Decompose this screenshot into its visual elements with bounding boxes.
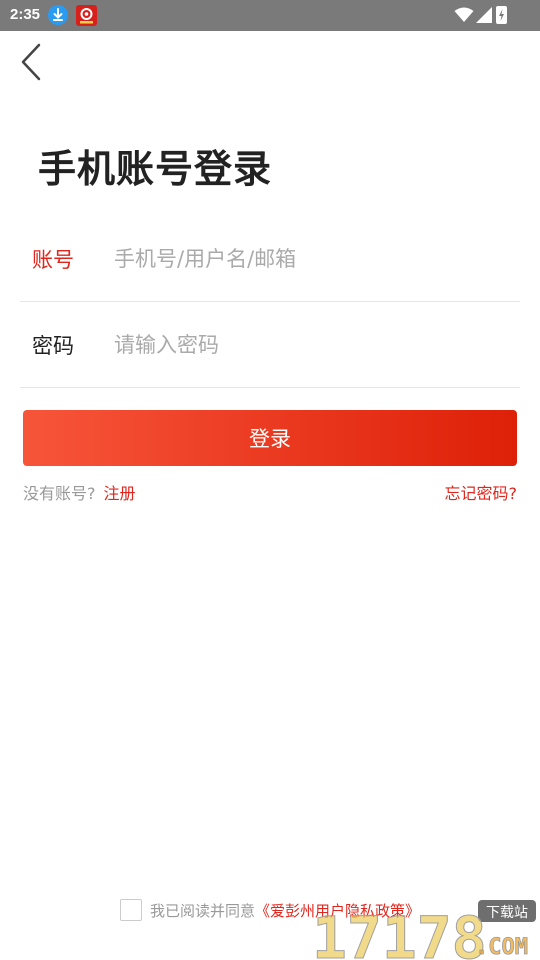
battery-icon xyxy=(496,6,507,24)
wifi-icon xyxy=(454,7,474,22)
privacy-policy-link[interactable]: 《爱彭州用户隐私政策》 xyxy=(255,900,420,921)
account-row: 账号 xyxy=(20,216,520,302)
login-button[interactable]: 登录 xyxy=(23,410,517,466)
svg-text:下载站: 下载站 xyxy=(486,905,528,921)
status-time: 2:35 xyxy=(10,6,41,23)
password-row: 密码 xyxy=(20,302,520,388)
account-label: 账号 xyxy=(32,247,74,272)
agreement-checkbox[interactable] xyxy=(120,899,142,921)
app-notification-icon xyxy=(76,5,97,26)
svg-text:.COM: .COM xyxy=(475,935,528,960)
status-bar: 2:35 xyxy=(0,0,540,31)
register-link[interactable]: 注册 xyxy=(104,484,136,503)
agreement-text: 我已阅读并同意 xyxy=(150,901,256,920)
forgot-password-link[interactable]: 忘记密码? xyxy=(445,480,518,504)
page-title: 手机账号登录 xyxy=(38,146,273,191)
account-input[interactable] xyxy=(114,246,520,271)
signal-icon xyxy=(476,7,492,23)
links-row: 没有账号? 注册 忘记密码? xyxy=(23,480,517,504)
password-label: 密码 xyxy=(32,333,74,358)
agreement-row: 我已阅读并同意 《爱彭州用户隐私政策》 xyxy=(120,898,420,922)
download-notification-icon xyxy=(48,5,68,25)
password-input[interactable] xyxy=(114,332,520,357)
back-button[interactable] xyxy=(14,40,48,84)
chevron-left-icon xyxy=(21,43,41,81)
no-account-text: 没有账号? xyxy=(23,484,96,503)
